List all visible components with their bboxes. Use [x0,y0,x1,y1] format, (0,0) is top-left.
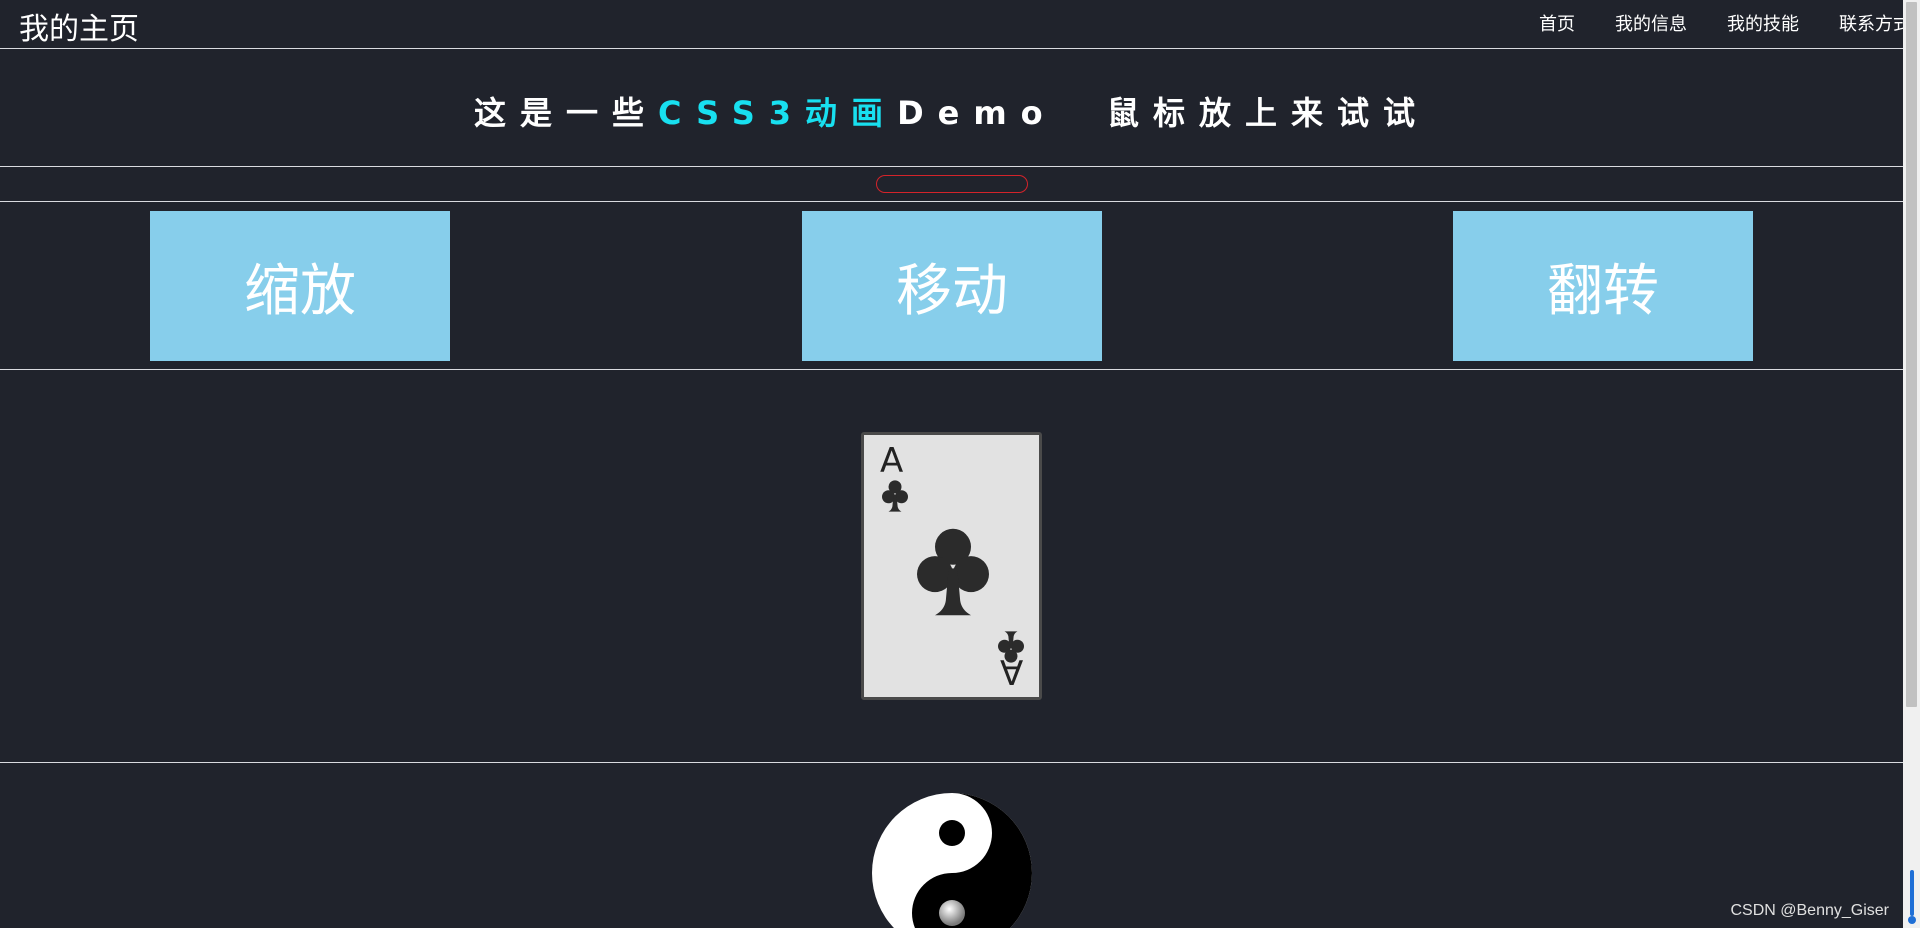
move-box[interactable]: 移动 [802,211,1102,361]
content: 我的主页 首页 我的信息 我的技能 联系方式 这是一些CSS3动画Demo 鼠标… [0,0,1911,928]
page: 我的主页 首页 我的信息 我的技能 联系方式 这是一些CSS3动画Demo 鼠标… [0,0,1920,928]
nav-link-contact[interactable]: 联系方式 [1839,10,1911,36]
nav-link-home[interactable]: 首页 [1539,10,1575,36]
card-rank-bottom: A [999,651,1023,691]
hero-title-prefix: 这是一些 [474,94,659,132]
club-icon-large [917,528,989,616]
divider [0,369,1903,370]
thermometer-icon [1908,870,1916,924]
card-rank-top: A [880,441,904,481]
scale-box[interactable]: 缩放 [150,211,450,361]
hero-title: 这是一些CSS3动画Demo 鼠标放上来试试 [0,88,1903,134]
yin-yang-icon[interactable] [872,793,1032,928]
csdn-watermark: CSDN @Benny_Giser [1730,902,1889,919]
hero-title-highlight: CSS3动画 [658,94,898,132]
scrollbar-thumb[interactable] [1906,2,1917,707]
club-icon [882,480,908,512]
hero-title-suffix: Demo 鼠标放上来试试 [897,94,1429,132]
divider [0,201,1903,202]
vertical-scrollbar[interactable] [1903,0,1920,928]
divider [0,48,1903,49]
brand-title[interactable]: 我的主页 [19,4,139,48]
red-outline-input[interactable] [876,175,1028,193]
nav-link-info[interactable]: 我的信息 [1615,10,1687,36]
flip-box[interactable]: 翻转 [1453,211,1753,361]
divider [0,166,1903,167]
top-nav: 首页 我的信息 我的技能 联系方式 [1539,10,1911,36]
divider [0,762,1903,763]
playing-card[interactable]: A A [861,432,1042,700]
nav-link-skills[interactable]: 我的技能 [1727,10,1799,36]
